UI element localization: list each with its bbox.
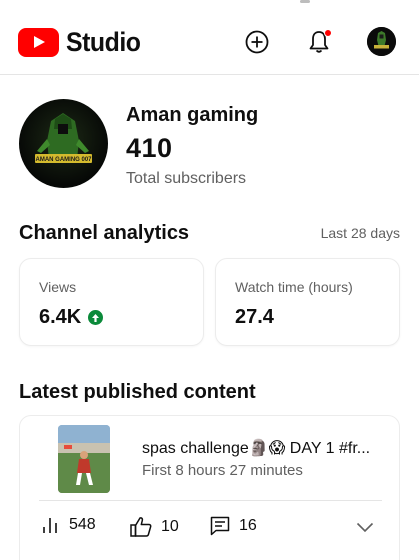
video-views-metric: 548 <box>42 516 96 534</box>
notification-dot <box>324 29 332 37</box>
video-meta: First 8 hours 27 minutes <box>142 462 303 479</box>
thumbnail-image <box>58 425 110 493</box>
expand-button[interactable] <box>356 520 374 538</box>
watch-time-label: Watch time (hours) <box>235 279 353 295</box>
video-views-count: 548 <box>69 516 96 533</box>
video-thumbnail[interactable] <box>58 425 110 493</box>
studio-logo[interactable]: Studio <box>18 28 147 57</box>
watch-time-card[interactable]: Watch time (hours) 27.4 <box>215 258 400 346</box>
bar-chart-icon <box>43 518 57 533</box>
comment-icon <box>210 516 230 536</box>
subscriber-label: Total subscribers <box>126 170 247 187</box>
analytics-title: Channel analytics <box>19 222 190 244</box>
create-button[interactable] <box>244 29 270 55</box>
views-value: 6.4K <box>39 306 82 328</box>
channel-avatar-image: AMAN GAMING 007 <box>35 113 92 163</box>
add-circle-icon <box>245 30 269 54</box>
account-avatar[interactable] <box>367 27 396 56</box>
divider <box>39 500 382 501</box>
app-header: Studio <box>0 0 419 75</box>
views-card[interactable]: Views 6.4K <box>19 258 204 346</box>
notifications-button[interactable] <box>306 29 332 55</box>
views-label: Views <box>39 279 77 295</box>
latest-content-title: Latest published content <box>19 381 256 403</box>
latest-video-card[interactable]: spas challenge🗿😱 DAY 1 #fr... First 8 ho… <box>19 415 400 560</box>
views-value-row: 6.4K <box>39 306 104 329</box>
thumbs-up-icon <box>130 517 152 537</box>
video-likes-metric: 10 <box>130 516 179 537</box>
chevron-down-icon <box>356 522 374 533</box>
youtube-logo-icon <box>18 28 59 57</box>
avatar-image <box>367 27 396 56</box>
watch-time-value: 27.4 <box>235 306 274 328</box>
avatar-logo-text: AMAN GAMING 007 <box>35 157 92 163</box>
watch-time-value-row: 27.4 <box>235 306 274 329</box>
video-comments-metric: 16 <box>210 516 257 536</box>
subscriber-count: 410 <box>126 133 173 163</box>
app-name: Studio <box>66 27 141 57</box>
analytics-period: Last 28 days <box>320 225 400 241</box>
video-title[interactable]: spas challenge🗿😱 DAY 1 #fr... <box>142 438 382 458</box>
video-comments-count: 16 <box>239 517 257 534</box>
channel-avatar[interactable]: AMAN GAMING 007 <box>19 99 108 188</box>
channel-name: Aman gaming <box>126 104 259 126</box>
video-likes-count: 10 <box>161 517 179 535</box>
trend-up-icon <box>88 310 104 325</box>
